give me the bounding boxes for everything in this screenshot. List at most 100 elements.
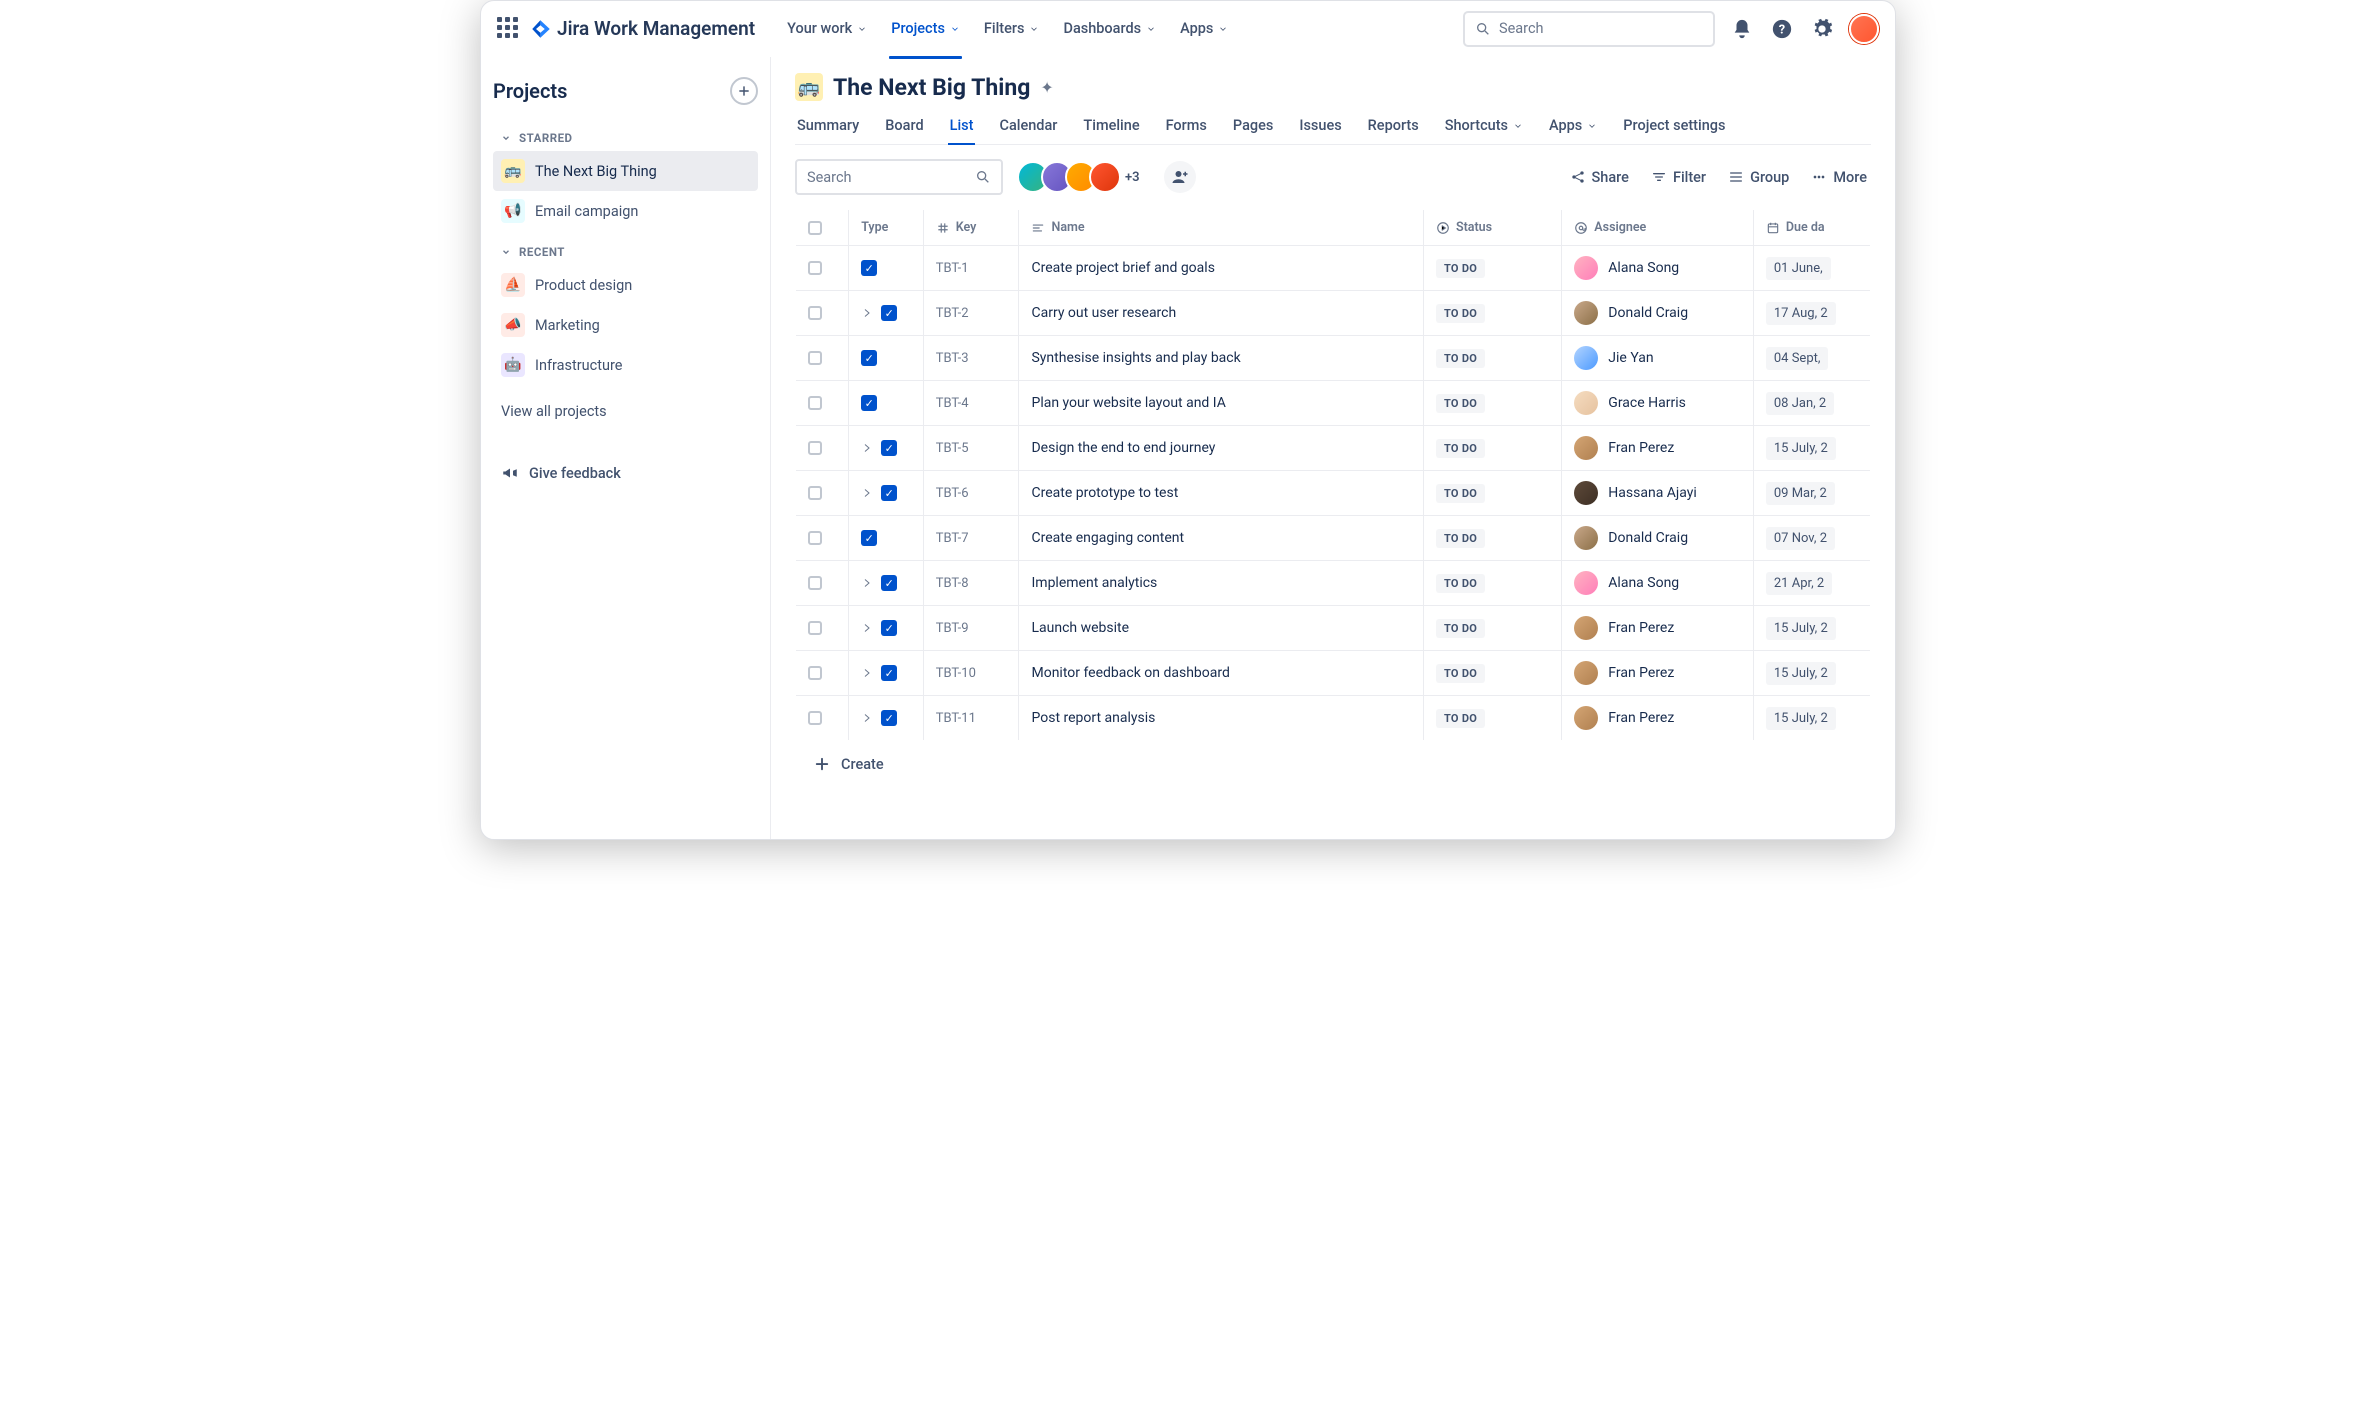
table-row[interactable]: ✓ TBT-10 Monitor feedback on dashboard T… (796, 651, 1871, 696)
share-button[interactable]: Share (1566, 163, 1633, 192)
status-badge[interactable]: TO DO (1436, 259, 1485, 278)
issue-key[interactable]: TBT-8 (936, 576, 969, 591)
row-checkbox[interactable] (808, 306, 822, 320)
issue-name[interactable]: Carry out user research (1031, 305, 1176, 321)
assignee-name[interactable]: Donald Craig (1608, 305, 1688, 321)
row-checkbox[interactable] (808, 441, 822, 455)
table-row[interactable]: ✓ TBT-5 Design the end to end journey TO… (796, 426, 1871, 471)
due-date[interactable]: 15 July, 2 (1766, 662, 1836, 685)
issue-key[interactable]: TBT-1 (936, 261, 969, 276)
expand-icon[interactable] (861, 577, 873, 589)
product-logo[interactable]: Jira Work Management (531, 17, 755, 40)
create-project-button[interactable] (730, 77, 758, 105)
status-badge[interactable]: TO DO (1436, 349, 1485, 368)
issue-key[interactable]: TBT-5 (936, 441, 969, 456)
collaborator-avatars[interactable]: +3 (1017, 161, 1140, 193)
status-badge[interactable]: TO DO (1436, 529, 1485, 548)
status-badge[interactable]: TO DO (1436, 394, 1485, 413)
column-header-key[interactable]: Key (956, 220, 977, 235)
nav-item-filters[interactable]: Filters (974, 14, 1050, 43)
status-badge[interactable]: TO DO (1436, 619, 1485, 638)
due-date[interactable]: 15 July, 2 (1766, 617, 1836, 640)
avatar-overflow[interactable]: +3 (1125, 170, 1140, 185)
issue-name[interactable]: Launch website (1031, 620, 1129, 636)
nav-item-apps[interactable]: Apps (1170, 14, 1238, 43)
status-badge[interactable]: TO DO (1436, 304, 1485, 323)
table-row[interactable]: ✓ TBT-3 Synthesise insights and play bac… (796, 336, 1871, 381)
help-icon[interactable]: ? (1769, 16, 1795, 42)
due-date[interactable]: 04 Sept, (1766, 347, 1829, 370)
assignee-name[interactable]: Fran Perez (1608, 620, 1674, 636)
issue-name[interactable]: Plan your website layout and IA (1031, 395, 1225, 411)
due-date[interactable]: 07 Nov, 2 (1766, 527, 1835, 550)
tab-shortcuts[interactable]: Shortcuts (1443, 109, 1525, 144)
due-date[interactable]: 08 Jan, 2 (1766, 392, 1834, 415)
due-date[interactable]: 01 June, (1766, 257, 1831, 280)
issue-name[interactable]: Synthesise insights and play back (1031, 350, 1240, 366)
column-header-assignee[interactable]: Assignee (1594, 220, 1646, 235)
tab-forms[interactable]: Forms (1164, 109, 1209, 144)
expand-icon[interactable] (861, 442, 873, 454)
due-date[interactable]: 15 July, 2 (1766, 707, 1836, 730)
due-date[interactable]: 09 Mar, 2 (1766, 482, 1835, 505)
sidebar-project-item[interactable]: 🚌The Next Big Thing (493, 151, 758, 191)
select-all-checkbox[interactable] (808, 221, 822, 235)
nav-item-your-work[interactable]: Your work (777, 14, 877, 43)
assignee-name[interactable]: Grace Harris (1608, 395, 1686, 411)
tab-pages[interactable]: Pages (1231, 109, 1275, 144)
more-button[interactable]: More (1807, 163, 1871, 192)
avatar[interactable] (1089, 161, 1121, 193)
issue-key[interactable]: TBT-6 (936, 486, 969, 501)
give-feedback-link[interactable]: Give feedback (493, 454, 758, 492)
expand-icon[interactable] (861, 667, 873, 679)
sidebar-project-item[interactable]: ⛵Product design (493, 265, 758, 305)
issue-name[interactable]: Post report analysis (1031, 710, 1155, 726)
profile-avatar[interactable] (1849, 14, 1879, 44)
status-badge[interactable]: TO DO (1436, 439, 1485, 458)
due-date[interactable]: 21 Apr, 2 (1766, 572, 1832, 595)
settings-icon[interactable] (1809, 16, 1835, 42)
tab-board[interactable]: Board (883, 109, 925, 144)
sidebar-project-item[interactable]: 📣Marketing (493, 305, 758, 345)
tab-issues[interactable]: Issues (1297, 109, 1343, 144)
row-checkbox[interactable] (808, 531, 822, 545)
tab-calendar[interactable]: Calendar (997, 109, 1059, 144)
due-date[interactable]: 15 July, 2 (1766, 437, 1836, 460)
issue-key[interactable]: TBT-3 (936, 351, 969, 366)
issue-name[interactable]: Create prototype to test (1031, 485, 1178, 501)
issue-key[interactable]: TBT-4 (936, 396, 969, 411)
group-button[interactable]: Group (1724, 163, 1793, 192)
issue-name[interactable]: Implement analytics (1031, 575, 1157, 591)
tab-timeline[interactable]: Timeline (1081, 109, 1141, 144)
assignee-name[interactable]: Donald Craig (1608, 530, 1688, 546)
issue-key[interactable]: TBT-7 (936, 531, 969, 546)
table-row[interactable]: ✓ TBT-2 Carry out user research TO DO Do… (796, 291, 1871, 336)
table-row[interactable]: ✓ TBT-7 Create engaging content TO DO Do… (796, 516, 1871, 561)
table-row[interactable]: ✓ TBT-8 Implement analytics TO DO Alana … (796, 561, 1871, 606)
expand-icon[interactable] (861, 487, 873, 499)
table-row[interactable]: ✓ TBT-9 Launch website TO DO Fran Perez … (796, 606, 1871, 651)
column-header-type[interactable]: Type (861, 220, 888, 235)
view-all-projects-link[interactable]: View all projects (493, 393, 758, 430)
assignee-name[interactable]: Fran Perez (1608, 710, 1674, 726)
status-badge[interactable]: TO DO (1436, 709, 1485, 728)
sidebar-section-starred[interactable]: STARRED (493, 125, 758, 151)
nav-item-dashboards[interactable]: Dashboards (1053, 14, 1166, 43)
table-row[interactable]: ✓ TBT-6 Create prototype to test TO DO H… (796, 471, 1871, 516)
create-issue-button[interactable]: Create (795, 741, 1871, 787)
row-checkbox[interactable] (808, 711, 822, 725)
tab-reports[interactable]: Reports (1366, 109, 1421, 144)
due-date[interactable]: 17 Aug, 2 (1766, 302, 1836, 325)
add-collaborator-button[interactable] (1164, 161, 1196, 193)
assignee-name[interactable]: Alana Song (1608, 260, 1679, 276)
expand-icon[interactable] (861, 622, 873, 634)
issue-name[interactable]: Create project brief and goals (1031, 260, 1214, 276)
assignee-name[interactable]: Fran Perez (1608, 440, 1674, 456)
issue-name[interactable]: Monitor feedback on dashboard (1031, 665, 1229, 681)
status-badge[interactable]: TO DO (1436, 484, 1485, 503)
column-header-status[interactable]: Status (1456, 220, 1492, 235)
issue-key[interactable]: TBT-2 (936, 306, 969, 321)
assignee-name[interactable]: Alana Song (1608, 575, 1679, 591)
assignee-name[interactable]: Hassana Ajayi (1608, 485, 1697, 501)
row-checkbox[interactable] (808, 486, 822, 500)
